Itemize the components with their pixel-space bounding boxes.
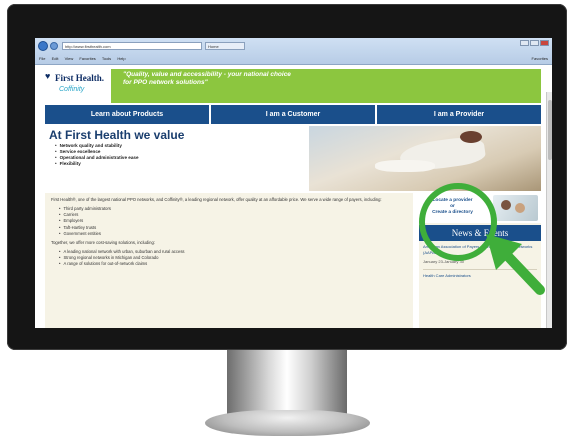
- payers-list: Third party administrators Carriers Empl…: [59, 206, 407, 237]
- hero-list: Network quality and stability Service ex…: [55, 143, 139, 167]
- news-link[interactable]: American Association of Payers, Administ…: [423, 244, 537, 255]
- solutions-list: A leading national network with urban, s…: [59, 249, 407, 268]
- menu-file[interactable]: File: [39, 56, 45, 61]
- close-button[interactable]: [540, 40, 549, 46]
- menu-bar: File Edit View Favorites Tools Help: [35, 53, 552, 64]
- locate-provider-link[interactable]: Locate a provider or Create a directory: [425, 198, 480, 217]
- menu-edit[interactable]: Edit: [52, 56, 59, 61]
- list-item: A range of solutions for out-of-network …: [59, 261, 407, 267]
- intro-paragraph: First Health®, one of the largest nation…: [51, 197, 382, 202]
- news-list: American Association of Payers, Administ…: [423, 244, 537, 279]
- scrollbar-thumb[interactable]: [548, 100, 552, 160]
- main-nav: Learn about Products I am a Customer I a…: [45, 105, 541, 124]
- window-controls: [519, 40, 549, 48]
- hero-title: At First Health we value: [49, 128, 185, 142]
- monitor-screen: http://www.firsthealth.com Home File Edi…: [35, 38, 552, 328]
- create-directory-link[interactable]: Create a directory: [425, 210, 480, 216]
- web-page: ♥ First Health. Coffinity "Quality, valu…: [35, 65, 552, 328]
- maximize-button[interactable]: [530, 40, 539, 46]
- back-button[interactable]: [38, 41, 48, 51]
- favorites-button[interactable]: Favorites: [532, 53, 548, 64]
- nav-provider[interactable]: I am a Provider: [377, 105, 541, 124]
- nav-learn-products[interactable]: Learn about Products: [45, 105, 211, 124]
- hero-photo-figure-head: [460, 131, 482, 143]
- patient-face: [515, 203, 525, 213]
- browser-chrome: http://www.firsthealth.com Home File Edi…: [35, 38, 552, 65]
- intro-content: First Health®, one of the largest nation…: [45, 193, 413, 328]
- logo-name: First Health.: [55, 73, 104, 83]
- menu-help[interactable]: Help: [117, 56, 125, 61]
- browser-tab[interactable]: Home: [205, 42, 245, 50]
- hero-point: Flexibility: [55, 161, 139, 167]
- list-item: Government entities: [59, 231, 407, 237]
- news-date: January 23-January 30: [423, 259, 464, 265]
- locate-provider-box: Locate a provider or Create a directory: [419, 193, 541, 223]
- monitor-bezel: http://www.firsthealth.com Home File Edi…: [7, 4, 567, 350]
- hero-section: At First Health we value Network quality…: [45, 126, 541, 191]
- minimize-button[interactable]: [520, 40, 529, 46]
- together-paragraph: Together, we offer more cost-saving solu…: [51, 240, 155, 246]
- news-events-header: News & Events: [419, 225, 541, 241]
- doctor-face: [501, 200, 511, 210]
- forward-button[interactable]: [50, 42, 58, 50]
- monitor-stand-neck: [227, 350, 347, 416]
- stage: http://www.firsthealth.com Home File Edi…: [0, 0, 571, 438]
- menu-favorites[interactable]: Favorites: [79, 56, 95, 61]
- site-logo[interactable]: ♥ First Health. Coffinity: [45, 69, 104, 99]
- divider: [423, 268, 537, 270]
- tagline-text: "Quality, value and accessibility - your…: [123, 71, 291, 86]
- monitor-stand-base: [205, 410, 370, 436]
- nav-customer[interactable]: I am a Customer: [211, 105, 377, 124]
- logo-sub: Coffinity: [59, 86, 85, 93]
- news-link[interactable]: Health Care Administrators: [423, 273, 537, 279]
- heart-logo-icon: ♥: [45, 71, 51, 81]
- menu-view[interactable]: View: [65, 56, 74, 61]
- sidebar: Locate a provider or Create a directory …: [419, 193, 541, 328]
- vertical-scrollbar[interactable]: [546, 92, 552, 328]
- doctor-photo: [493, 195, 538, 221]
- hero-photo-figure-legs: [375, 160, 435, 172]
- menu-tools[interactable]: Tools: [102, 56, 111, 61]
- address-bar[interactable]: http://www.firsthealth.com: [62, 42, 202, 50]
